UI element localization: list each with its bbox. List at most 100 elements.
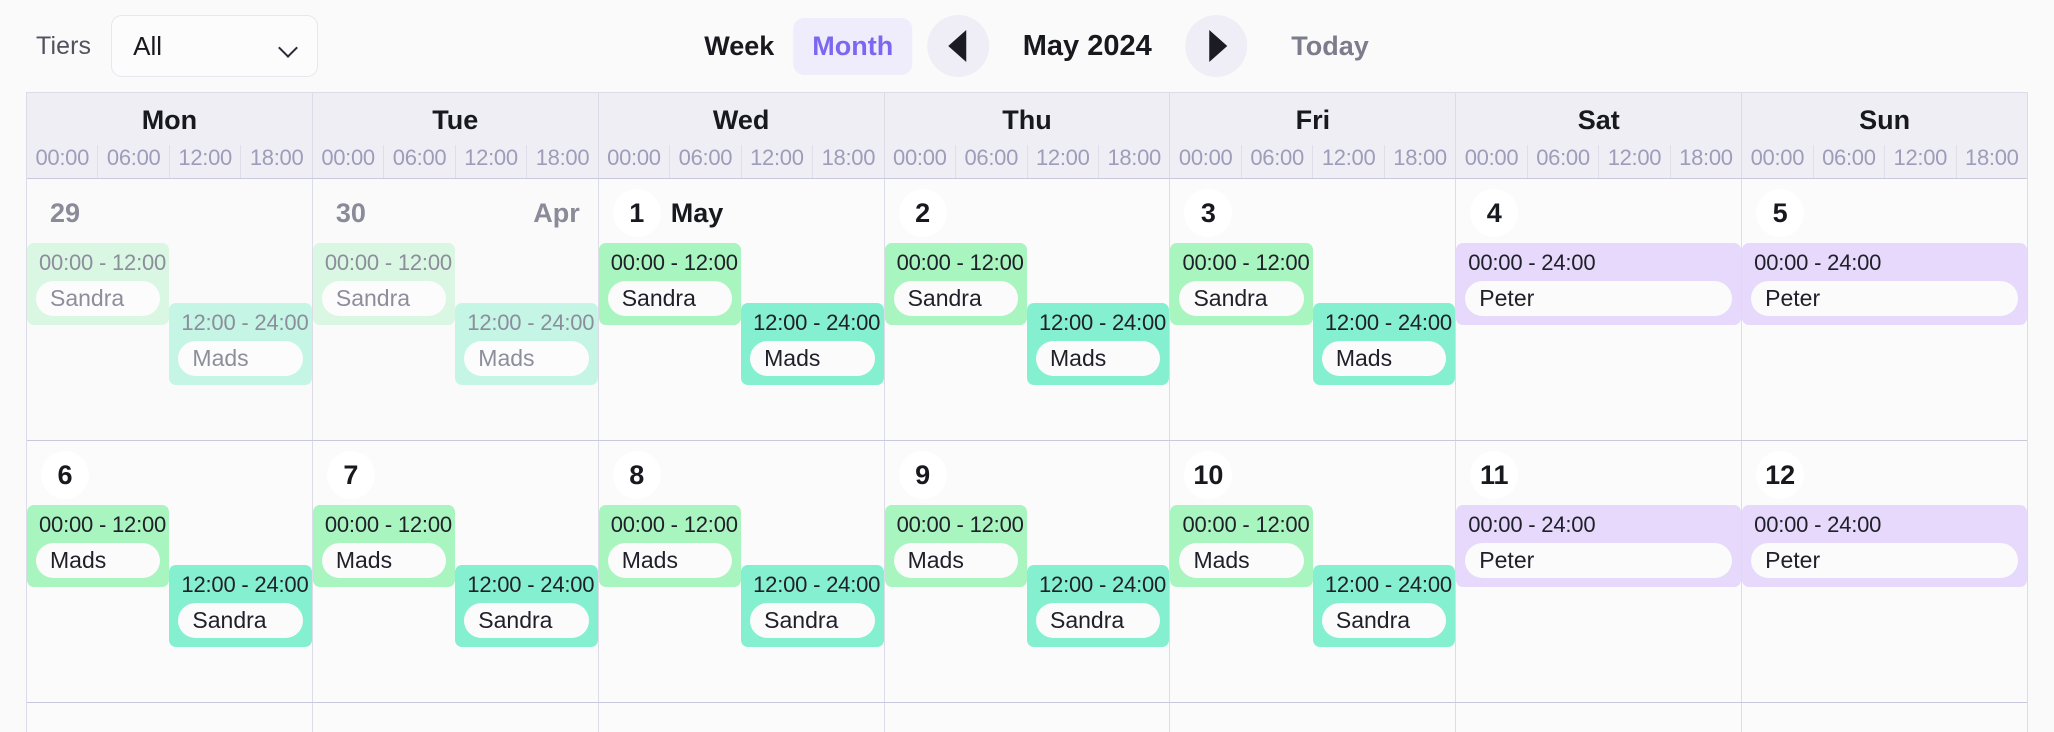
event-chip[interactable]: 00:00 - 12:00 Sandra [598,243,742,325]
day-number-wrap: 11 [1456,451,1741,499]
event-time: 00:00 - 24:00 [1468,512,1596,537]
next-period-button[interactable] [1185,15,1248,77]
day-cell[interactable] [1742,703,2027,732]
event-chip[interactable]: 00:00 - 12:00 Mads [598,505,742,587]
event-person: Sandra [607,281,733,316]
day-cell[interactable]: 3 00:00 - 12:00 Sandra 12:00 - 24:00 Mads [1170,179,1457,440]
event-container: 00:00 - 24:00 Peter [1456,243,1742,429]
day-cell[interactable]: 6 00:00 - 12:00 Mads 12:00 - 24:00 Sandra [27,441,313,702]
day-cell[interactable] [1170,703,1457,732]
day-number-wrap: 2 [885,189,1170,237]
day-number-wrap [599,713,884,732]
toolbar: Tiers All Week Month May 2024 Today [0,0,2054,92]
event-time: 00:00 - 24:00 [1754,512,1882,537]
event-chip[interactable]: 00:00 - 24:00 Peter [1456,243,1742,325]
tab-week[interactable]: Week [685,18,793,75]
day-number: 11 [1470,451,1519,499]
hour-tick-label: 00:00 [607,145,661,170]
day-cell[interactable]: 10 00:00 - 12:00 Mads 12:00 - 24:00 Sandra [1170,441,1457,702]
day-cell[interactable]: 29 00:00 - 12:00 Sandra 12:00 - 24:00 Mads [27,179,313,440]
hour-tick-label: 18:00 [1955,145,2027,178]
event-time: 12:00 - 24:00 [753,572,881,597]
day-cell[interactable] [27,703,313,732]
hour-tick-row: 00:00 06:00 12:00 18:00 [1742,145,2027,178]
event-person: Sandra [178,603,303,638]
day-header-tue: Tue 00:00 06:00 12:00 18:00 [313,93,599,178]
day-cell[interactable]: 9 00:00 - 12:00 Mads 12:00 - 24:00 Sandra [884,441,1171,702]
event-chip[interactable]: 00:00 - 12:00 Sandra [27,243,170,325]
event-chip[interactable]: 12:00 - 24:00 Mads [1027,303,1170,385]
hour-tick-label: 06:00 [1526,145,1598,178]
event-container: 00:00 - 24:00 Peter [1456,505,1742,691]
week-rows: 29 00:00 - 12:00 Sandra 12:00 - 24:00 Mads 30… [27,179,2027,732]
event-chip[interactable]: 12:00 - 24:00 Mads [1312,303,1456,385]
event-chip[interactable]: 12:00 - 24:00 Sandra [455,565,598,647]
day-number: 30 [335,197,366,228]
event-chip[interactable]: 12:00 - 24:00 Sandra [1027,565,1170,647]
event-time: 12:00 - 24:00 [181,572,309,597]
event-time: 12:00 - 24:00 [467,310,595,335]
hour-tick-label: 00:00 [1464,145,1519,170]
day-cell[interactable] [598,703,885,732]
hour-tick-label: 12:00 [454,145,526,178]
day-number-wrap [1170,713,1455,732]
day-header-label: Mon [141,105,198,135]
day-number: 5 [1756,189,1805,237]
day-cell[interactable]: 1 May 00:00 - 12:00 Sandra 12:00 - 24:00 Mads [598,179,885,440]
event-chip[interactable]: 00:00 - 12:00 Mads [312,505,456,587]
event-chip[interactable]: 00:00 - 12:00 Mads [27,505,170,587]
day-cell[interactable]: 5 00:00 - 24:00 Peter [1742,179,2027,440]
event-chip[interactable]: 12:00 - 24:00 Sandra [741,565,884,647]
event-container: 00:00 - 24:00 Peter [1742,505,2027,691]
day-number-wrap: 3 [1170,189,1455,237]
day-number-wrap: 7 [313,451,598,499]
day-header-wed: Wed 00:00 06:00 12:00 18:00 [599,93,885,178]
tab-month[interactable]: Month [793,17,913,75]
day-number: 10 [1184,451,1233,499]
hour-tick-label: 00:00 [321,145,375,170]
event-chip[interactable]: 12:00 - 24:00 Mads [169,303,312,385]
event-chip[interactable]: 00:00 - 12:00 Mads [884,505,1027,587]
day-cell[interactable]: 11 00:00 - 24:00 Peter [1456,441,1743,702]
prev-period-button[interactable] [927,15,990,77]
day-cell[interactable]: 7 00:00 - 12:00 Mads 12:00 - 24:00 Sandra [312,441,599,702]
day-cell[interactable]: 2 00:00 - 12:00 Sandra 12:00 - 24:00 Mads [884,179,1171,440]
event-chip[interactable]: 12:00 - 24:00 Sandra [1312,565,1456,647]
hour-tick-label: 00:00 [1178,145,1233,170]
event-time: 00:00 - 12:00 [39,250,167,275]
event-chip[interactable]: 12:00 - 24:00 Mads [455,303,598,385]
event-chip[interactable]: 00:00 - 24:00 Peter [1742,243,2027,325]
hour-tick-label: 06:00 [669,145,740,178]
day-number-wrap: 1 May [599,189,884,237]
event-person: Peter [1465,281,1733,316]
hour-tick-label: 12:00 [1312,145,1383,178]
hour-tick-label: 06:00 [955,145,1026,178]
event-person: Sandra [464,603,589,638]
event-person: Mads [36,543,161,578]
today-button[interactable]: Today [1291,31,1369,62]
event-chip[interactable]: 00:00 - 12:00 Sandra [884,243,1027,325]
event-time: 12:00 - 24:00 [181,310,309,335]
day-cell[interactable] [884,703,1171,732]
month-tag: May [670,197,724,228]
tiers-select[interactable]: All [111,15,319,77]
day-cell[interactable] [1456,703,1743,732]
event-chip[interactable]: 00:00 - 12:00 Mads [1170,505,1313,587]
event-person: Peter [1465,543,1733,578]
day-number-wrap [1742,713,2027,732]
day-cell[interactable]: 30 Apr 00:00 - 12:00 Sandra 12:00 - 24:00 Mad… [312,179,599,440]
day-cell[interactable]: 8 00:00 - 12:00 Mads 12:00 - 24:00 Sandra [598,441,885,702]
day-cell[interactable]: 4 00:00 - 24:00 Peter [1456,179,1743,440]
hour-tick-label: 12:00 [740,145,812,178]
event-chip[interactable]: 00:00 - 12:00 Sandra [1170,243,1313,325]
day-cell[interactable]: 12 00:00 - 24:00 Peter [1742,441,2027,702]
day-header-label: Tue [432,105,479,135]
event-chip[interactable]: 00:00 - 12:00 Sandra [312,243,456,325]
event-chip[interactable]: 00:00 - 24:00 Peter [1456,505,1742,587]
day-cell[interactable] [312,703,599,732]
event-chip[interactable]: 00:00 - 24:00 Peter [1742,505,2027,587]
event-container: 00:00 - 24:00 Peter [1742,243,2027,429]
event-chip[interactable]: 12:00 - 24:00 Sandra [169,565,312,647]
event-chip[interactable]: 12:00 - 24:00 Mads [741,303,884,385]
event-person: Mads [893,543,1018,578]
